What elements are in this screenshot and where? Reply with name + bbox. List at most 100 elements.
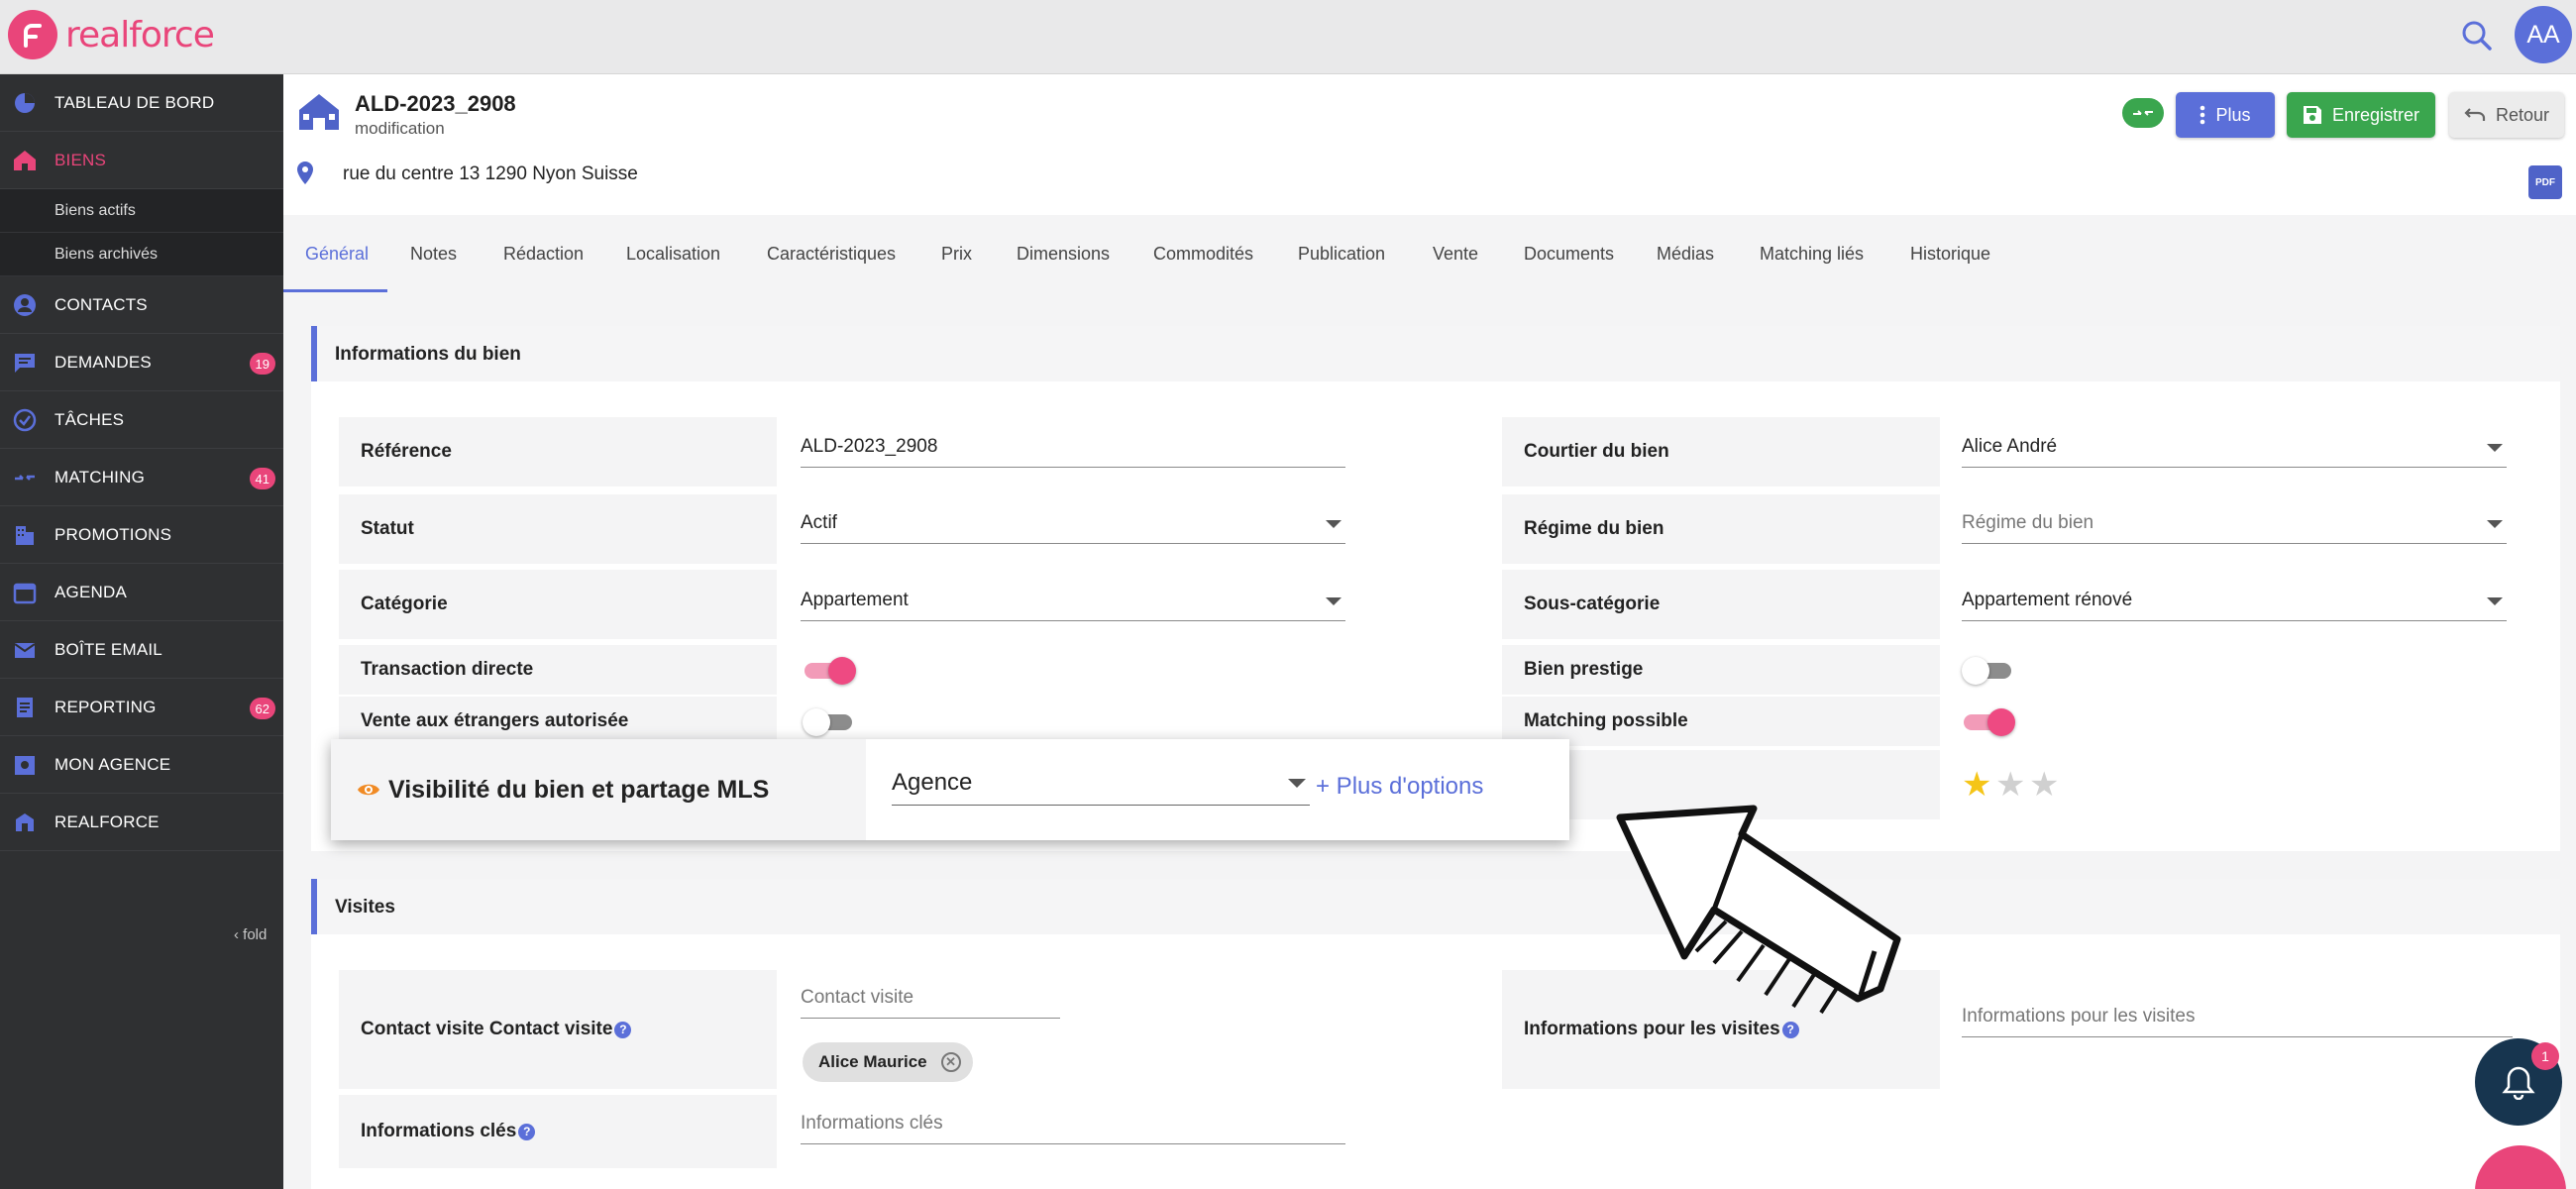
sidebar-item-matching[interactable]: MATCHING 41 [0,449,283,506]
section-title: Informations du bien [335,344,521,365]
infos-cles-label: Informations clés? [339,1095,777,1168]
sidebar-item-taches[interactable]: TÂCHES [0,391,283,449]
chevron-down-icon [1288,779,1306,788]
bien-prestige-label: Bien prestige [1502,645,1940,695]
search-icon[interactable] [2455,14,2499,57]
regime-select[interactable]: Régime du bien [1962,512,2507,544]
sidebar-item-reporting[interactable]: REPORTING 62 [0,679,283,736]
plus-button-label: Plus [2215,104,2251,125]
tab-redaction[interactable]: Rédaction [503,215,584,292]
close-icon[interactable]: ✕ [940,1052,961,1072]
categorie-value: Appartement [801,590,909,610]
regime-placeholder: Régime du bien [1962,512,2094,533]
house-icon [12,148,38,173]
realforce-logo[interactable]: realforce [8,10,215,59]
sidebar-item-promotions[interactable]: PROMOTIONS [0,506,283,564]
star-empty-icon[interactable]: ★ [1995,768,2025,802]
sidebar-item-label: BOÎTE EMAIL [54,639,162,659]
hand-drawn-arrow-annotation [1616,805,1901,1015]
contact-visite-label-text: Contact visite Contact visite [361,1019,613,1039]
tab-dimensions[interactable]: Dimensions [1017,215,1110,292]
section-title: Visites [335,897,395,918]
sync-icon [2133,110,2153,116]
top-bar: realforce AA [0,0,2576,74]
sidebar-item-realforce[interactable]: REALFORCE [0,794,283,851]
courtier-select[interactable]: Alice André [1962,436,2507,468]
realforce-icon [12,810,38,835]
sidebar-item-biens[interactable]: BIENS [0,132,283,189]
save-button-label: Enregistrer [2331,104,2420,125]
eye-icon [357,782,380,798]
person-icon [12,292,38,318]
tab-documents[interactable]: Documents [1524,215,1614,292]
infos-cles-input[interactable]: Informations clés [801,1113,1345,1144]
help-icon[interactable]: ? [614,1021,632,1038]
sidebar-subitem-biens-actifs[interactable]: Biens actifs [0,189,283,233]
chip-label: Alice Maurice [818,1052,927,1071]
section-header: Visites [311,879,2560,934]
matching-possible-toggle[interactable] [1962,708,2015,736]
check-circle-icon [12,407,38,433]
sidebar-item-mon-agence[interactable]: MON AGENCE [0,736,283,794]
sidebar-item-label: DEMANDES [54,352,152,372]
tab-vente[interactable]: Vente [1433,215,1478,292]
tab-general[interactable]: Général [305,215,369,292]
sidebar-item-tableau-de-bord[interactable]: TABLEAU DE BORD [0,74,283,132]
visibility-label: Visibilité du bien et partage MLS [331,739,866,840]
tab-notes[interactable]: Notes [410,215,457,292]
sync-status-badge[interactable] [2122,98,2164,128]
sous-categorie-label: Sous-catégorie [1502,570,1940,639]
contact-chip[interactable]: Alice Maurice ✕ [803,1042,973,1082]
realforce-logo-icon [8,10,57,59]
tab-commodites[interactable]: Commodités [1153,215,1253,292]
tab-caracteristiques[interactable]: Caractéristiques [767,215,896,292]
star-filled-icon[interactable]: ★ [1962,768,1991,802]
undo-icon [2464,107,2486,123]
tab-prix[interactable]: Prix [941,215,972,292]
categorie-select[interactable]: Appartement [801,590,1345,621]
mail-icon [12,637,38,663]
vente-etrangers-toggle[interactable] [803,708,854,736]
bien-prestige-toggle[interactable] [1962,657,2013,685]
more-options-link[interactable]: + Plus d'options [1316,773,1483,801]
back-button-label: Retour [2495,104,2550,125]
dashboard-icon [12,90,38,116]
user-avatar[interactable]: AA [2515,6,2572,63]
infos-visites-input[interactable]: Informations pour les visites [1962,1006,2513,1037]
tab-historique[interactable]: Historique [1910,215,1990,292]
save-button[interactable]: Enregistrer [2287,92,2435,138]
visibility-select[interactable]: Agence [892,769,1310,806]
notification-count-badge: 1 [2531,1042,2559,1070]
contact-visite-input[interactable]: Contact visite [801,987,1060,1019]
sidebar-item-label: PROMOTIONS [54,524,172,544]
sidebar-item-demandes[interactable]: DEMANDES 19 [0,334,283,391]
sidebar-item-agenda[interactable]: AGENDA [0,564,283,621]
chevron-left-icon: ‹ [234,926,239,943]
sous-categorie-select[interactable]: Appartement rénové [1962,590,2507,621]
sidebar-subitem-biens-archives[interactable]: Biens archivés [0,233,283,276]
sidebar-item-label: MATCHING [54,467,145,486]
fold-label: fold [243,926,268,943]
sidebar-item-boite-email[interactable]: BOÎTE EMAIL [0,621,283,679]
tab-matching-lies[interactable]: Matching liés [1760,215,1864,292]
save-icon [2303,105,2322,125]
reference-label: Référence [339,417,777,486]
statut-select[interactable]: Actif [801,512,1345,544]
transaction-directe-label: Transaction directe [339,645,777,695]
sidebar-item-label: REALFORCE [54,811,160,831]
property-header: ALD-2023_2908 modification rue du centre… [283,74,2576,215]
tab-localisation[interactable]: Localisation [626,215,720,292]
back-button[interactable]: Retour [2449,92,2564,138]
help-icon[interactable]: ? [518,1123,536,1140]
pdf-export-icon[interactable]: PDF [2528,165,2562,199]
star-empty-icon[interactable]: ★ [2029,768,2059,802]
reference-input[interactable]: ALD-2023_2908 [801,436,1345,468]
fold-sidebar-button[interactable]: ‹ fold [234,926,267,943]
plus-button[interactable]: Plus [2176,92,2275,138]
infos-cles-label-text: Informations clés [361,1121,517,1141]
building-icon [12,522,38,548]
transaction-directe-toggle[interactable] [803,657,856,685]
tab-publication[interactable]: Publication [1298,215,1385,292]
tab-medias[interactable]: Médias [1657,215,1714,292]
sidebar-item-contacts[interactable]: CONTACTS [0,276,283,334]
